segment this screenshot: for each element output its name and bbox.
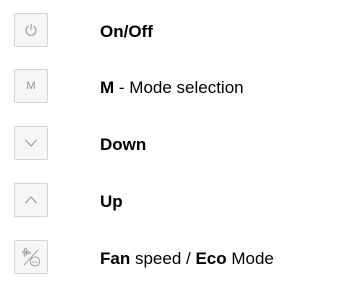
up-key: [14, 183, 48, 217]
legend-row-fan-eco: eco Fan speed / Eco Mode: [0, 237, 347, 281]
label-bold: On/Off: [100, 22, 153, 41]
chevron-up-icon: [24, 196, 38, 204]
legend-row-up: Up: [0, 180, 347, 224]
label-mid: speed /: [130, 249, 196, 268]
fan-eco-icon: eco: [22, 247, 41, 267]
label-rest: - Mode selection: [114, 78, 244, 97]
label-bold: M: [100, 78, 115, 97]
legend-label-on-off: On/Off: [100, 22, 153, 42]
fan-eco-key: eco: [14, 240, 48, 274]
chevron-down-icon: [24, 139, 38, 147]
label-bold-2: Eco: [195, 249, 227, 268]
legend-row-down: Down: [0, 123, 347, 167]
legend-label-mode: M - Mode selection: [100, 78, 244, 98]
mode-key: M: [14, 69, 48, 103]
legend-row-on-off: On/Off: [0, 10, 347, 54]
legend-label-fan-eco: Fan speed / Eco Mode: [100, 249, 274, 269]
down-key: [14, 126, 48, 160]
power-icon: [25, 23, 37, 36]
label-bold: Fan: [100, 249, 131, 268]
label-bold: Down: [100, 135, 147, 154]
legend-label-down: Down: [100, 135, 146, 155]
label-bold: Up: [100, 192, 123, 211]
legend-row-mode: M M - Mode selection: [0, 66, 347, 110]
label-end: Mode: [226, 249, 274, 268]
eco-text: eco: [32, 260, 38, 264]
power-key: [14, 13, 48, 47]
mode-icon: M: [26, 79, 36, 92]
legend-label-up: Up: [100, 192, 123, 212]
